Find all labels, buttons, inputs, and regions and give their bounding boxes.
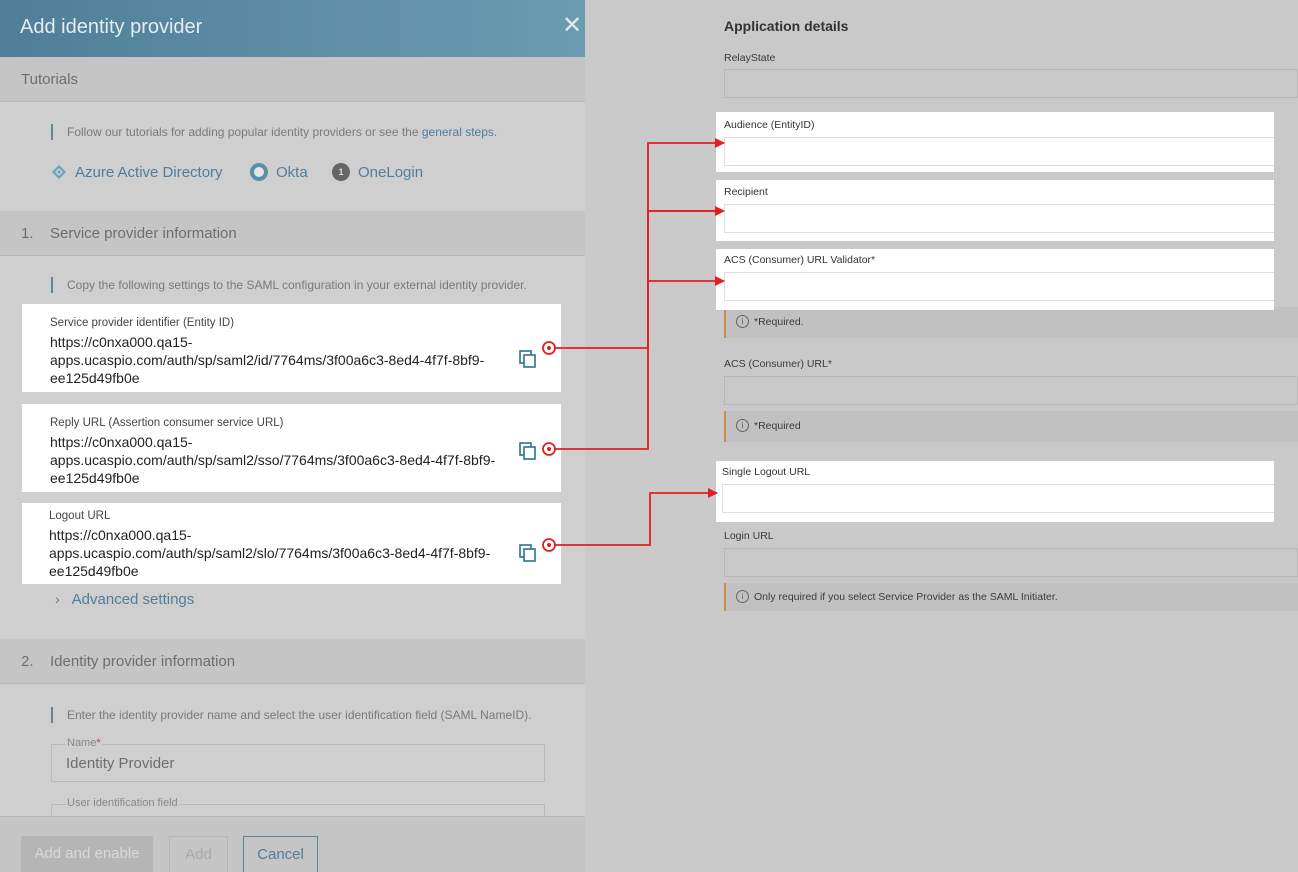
arrow-logout-to-single-logout xyxy=(555,488,718,546)
mapping-arrows xyxy=(542,138,725,552)
screenshot-stage: Add identity provider ✕ Tutorials Follow… xyxy=(0,0,1298,872)
arrow-origin-dot xyxy=(547,447,551,451)
arrow-origin-dot xyxy=(547,346,551,350)
arrow-origin-dot xyxy=(547,543,551,547)
arrow-reply-url-to-recipient xyxy=(555,210,724,450)
arrow-entity-id-to-audience xyxy=(555,138,725,349)
